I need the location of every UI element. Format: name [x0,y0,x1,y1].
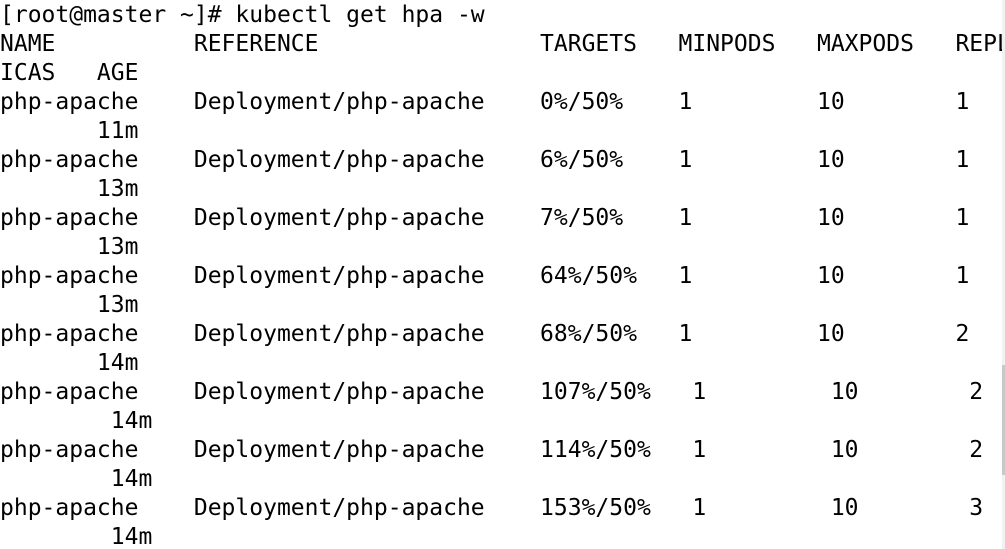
table-row: php-apache Deployment/php-apache 107%/50… [0,379,984,405]
terminal-output[interactable]: [root@master ~]# kubectl get hpa -w NAME… [0,0,1005,549]
table-row-wrap: 14m [0,466,153,492]
table-row-wrap: 14m [0,350,139,376]
table-row-wrap: 14m [0,524,153,549]
table-row: php-apache Deployment/php-apache 64%/50%… [0,263,970,289]
table-row: php-apache Deployment/php-apache 68%/50%… [0,321,970,347]
table-row-wrap: 11m [0,118,139,144]
table-row-wrap: 13m [0,176,139,202]
table-row: php-apache Deployment/php-apache 6%/50% … [0,147,970,173]
table-row: php-apache Deployment/php-apache 153%/50… [0,495,984,521]
table-row-wrap: 13m [0,292,139,318]
table-row: php-apache Deployment/php-apache 7%/50% … [0,205,970,231]
table-row-wrap: 14m [0,408,153,434]
table-header: NAME REFERENCE TARGETS MINPODS MAXPODS R… [0,31,1005,57]
table-row-wrap: 13m [0,234,139,260]
table-header-wrap: ICAS AGE [0,60,139,86]
command-line: [root@master ~]# kubectl get hpa -w [0,2,485,28]
table-row: php-apache Deployment/php-apache 0%/50% … [0,89,970,115]
table-row: php-apache Deployment/php-apache 114%/50… [0,437,984,463]
